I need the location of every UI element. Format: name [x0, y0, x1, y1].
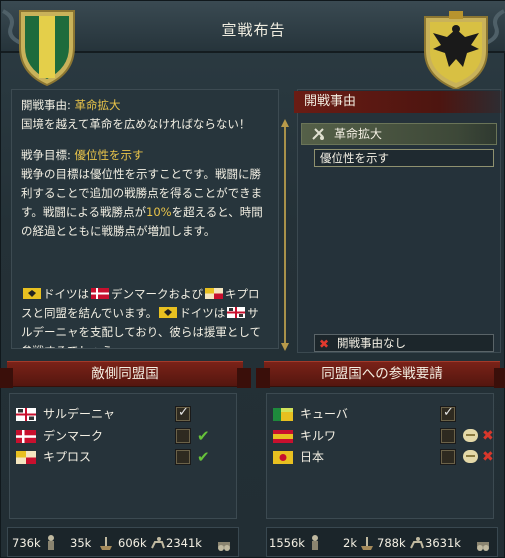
cuba-flag-icon — [273, 408, 293, 421]
goal-description: 戦争の目標は優位性を示すことです。戦闘に勝利することで追加の戦勝点を得ることがで… — [21, 165, 269, 241]
description-scrollbar[interactable] — [281, 119, 289, 351]
list-item: キプロス ✔ — [10, 447, 236, 467]
cavalry-icon — [151, 537, 165, 549]
japan-flag-icon — [273, 451, 293, 464]
enemy-strength-bar: 736k 35k 606k 2341k — [7, 527, 239, 557]
army-value: 1556k — [269, 536, 305, 550]
germany-flag-icon — [159, 307, 178, 318]
call-checkbox[interactable] — [440, 449, 456, 465]
cyprus-flag-icon — [16, 451, 36, 464]
cross-icon: ✖ — [482, 449, 494, 465]
sardinia-flag-icon — [227, 307, 246, 318]
country-name: キプロス — [43, 450, 92, 464]
call-checkbox[interactable] — [440, 428, 456, 444]
ally-call-list: キューバ キルワ ✖ 日本 ✖ — [266, 393, 494, 519]
eagle-icon — [424, 11, 488, 91]
shield-icon — [19, 10, 75, 87]
alliance-text-a: ドイツは — [43, 287, 89, 301]
navy-value: 35k — [70, 536, 92, 550]
ally-strength-bar: 1556k 2k 788k 3631k — [266, 527, 498, 557]
sardinia-flag-icon — [16, 408, 36, 421]
cannon-icon — [477, 542, 489, 551]
alliance-text-d: ドイツは — [179, 306, 226, 320]
army-value: 736k — [12, 536, 41, 550]
cross-icon: ✖ — [482, 428, 494, 444]
cb-item-label: 革命拡大 — [334, 127, 383, 141]
checkmark-icon: ✔ — [197, 448, 210, 466]
germany-flag-icon — [23, 288, 41, 299]
cannon-icon — [218, 542, 230, 551]
include-checkbox[interactable] — [175, 403, 191, 423]
enemy-alliance-list: サルデーニャ デンマーク ✔ キプロス ✔ — [9, 393, 237, 519]
denmark-flag-icon — [91, 288, 109, 299]
cb-label: 開戦事由: — [21, 98, 75, 112]
ally-call-header: 同盟国への参戦要請 — [256, 361, 505, 388]
list-item: デンマーク ✔ — [10, 426, 236, 446]
navy-value: 2k — [343, 536, 357, 550]
manpower-value: 2341k — [166, 536, 202, 550]
cb-item-revolution[interactable]: 革命拡大 — [301, 123, 497, 145]
no-cb-label: 開戦事由なし — [337, 336, 406, 350]
cavalry-value: 606k — [118, 536, 147, 550]
chat-icon[interactable] — [463, 450, 478, 463]
cb-line: 開戦事由: 革命拡大 — [21, 96, 269, 115]
country-name: キルワ — [300, 429, 337, 443]
declare-war-window: 宣戦布告 開戦事由: 革命拡大 国境を越えて革命を広めなければならない！ 戦争目… — [0, 0, 505, 558]
denmark-flag-icon — [16, 430, 36, 443]
ship-icon — [361, 537, 373, 550]
cross-icon: ✖ — [319, 337, 330, 351]
goal-line: 戦争目標: 優位性を示す — [21, 146, 269, 165]
soldier-icon — [312, 535, 318, 550]
cyprus-flag-icon — [205, 288, 223, 299]
kilwa-flag-icon — [273, 430, 293, 443]
goal-value: 優位性を示す — [74, 148, 144, 162]
description-panel: 開戦事由: 革命拡大 国境を越えて革命を広めなければならない！ 戦争目標: 優位… — [11, 89, 279, 349]
list-item: 日本 ✖ — [267, 447, 494, 467]
list-item: サルデーニャ — [10, 403, 236, 424]
alliance-text-b: デンマークおよび — [111, 287, 203, 301]
soldier-icon — [48, 535, 54, 550]
goal-label: 戦争目標: — [21, 148, 75, 162]
alliance-description: ドイツは デンマークおよび キプロスと同盟を結んでいます。 ドイツは サルデーニャを支配… — [21, 285, 269, 348]
cb-panel-header: 開戦事由 — [294, 91, 502, 113]
country-name: サルデーニャ — [43, 407, 116, 421]
chat-icon[interactable] — [463, 429, 478, 442]
country-name: デンマーク — [43, 429, 104, 443]
cavalry-icon — [410, 537, 424, 549]
include-checkbox[interactable] — [175, 428, 191, 444]
country-name: キューバ — [300, 407, 348, 421]
cb-value: 革命拡大 — [74, 98, 121, 112]
country-name: 日本 — [300, 450, 325, 464]
include-checkbox[interactable] — [175, 449, 191, 465]
cavalry-value: 788k — [377, 536, 406, 550]
manpower-value: 3631k — [425, 536, 461, 550]
cb-description: 国境を越えて革命を広めなければならない！ — [21, 117, 251, 131]
list-item: キューバ — [267, 403, 493, 424]
ship-icon — [100, 537, 112, 550]
cb-icon — [312, 128, 324, 140]
war-goal-item[interactable]: 優位性を示す — [314, 149, 494, 167]
checkmark-icon: ✔ — [197, 427, 210, 445]
call-checkbox[interactable] — [440, 403, 456, 423]
enemy-alliance-header: 敵側同盟国 — [0, 361, 251, 388]
goal-percent: 10% — [146, 205, 172, 219]
no-cb-button[interactable]: ✖ 開戦事由なし — [314, 334, 494, 352]
list-item: キルワ ✖ — [267, 426, 494, 446]
